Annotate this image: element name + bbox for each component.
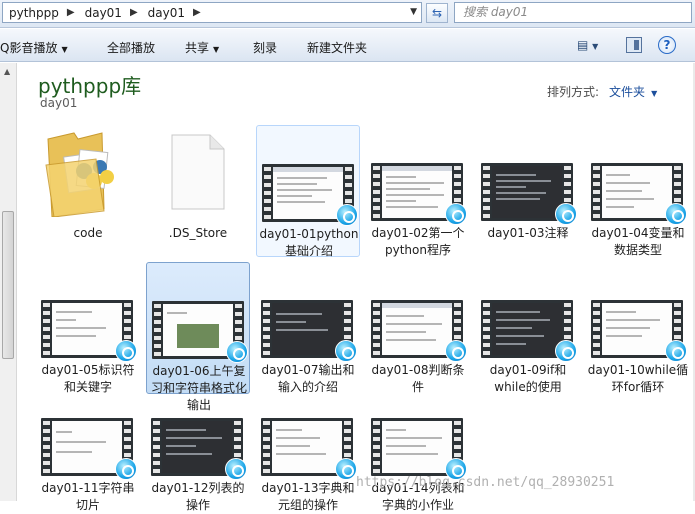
library-subtitle: day01 xyxy=(40,96,78,110)
qq-player-icon xyxy=(225,458,247,480)
command-bar: Q影音播放 ▼ 全部播放 共享 ▼ 刻录 新建文件夹 ▤ ▼ ? xyxy=(0,29,695,62)
qq-player-icon xyxy=(115,458,137,480)
video-item[interactable]: day01-09if和while的使用 xyxy=(476,262,580,394)
chevron-down-icon: ▼ xyxy=(213,45,220,54)
video-item[interactable]: day01-03注释 xyxy=(476,125,580,257)
chevron-right-icon[interactable]: ▶ xyxy=(67,7,75,18)
search-input[interactable]: 搜索 day01 xyxy=(454,2,692,23)
qq-player-icon xyxy=(335,340,357,362)
video-item[interactable]: day01-07输出和输入的介绍 xyxy=(256,262,360,394)
video-item[interactable]: day01-01python基础介绍 xyxy=(256,125,360,258)
chevron-down-icon[interactable]: ▼ xyxy=(410,7,417,17)
folder-item-code[interactable]: code xyxy=(36,125,140,257)
qq-player-icon xyxy=(555,203,577,225)
qq-player-icon xyxy=(115,340,137,362)
preview-pane-icon[interactable] xyxy=(626,37,642,53)
file-icon xyxy=(171,134,225,210)
item-label: day01-11字符串切片 xyxy=(41,481,135,512)
qq-player-icon xyxy=(445,340,467,362)
video-item-selected[interactable]: day01-06上午复习和字符串格式化输出 xyxy=(146,262,250,412)
scrollbar-thumb[interactable] xyxy=(2,211,14,359)
scroll-up-icon[interactable]: ▲ xyxy=(4,67,10,76)
breadcrumb-day01-current[interactable]: day01 ▶ xyxy=(142,3,205,22)
item-label: day01-13字典和元组的操作 xyxy=(261,481,355,512)
item-label: code xyxy=(73,226,103,240)
burn-button[interactable]: 刻录 xyxy=(253,39,277,56)
item-label: day01-04变量和数据类型 xyxy=(591,226,685,257)
file-item-ds-store[interactable]: .DS_Store xyxy=(146,125,250,257)
item-label: day01-09if和while的使用 xyxy=(489,363,567,394)
video-item[interactable]: day01-04变量和数据类型 xyxy=(586,125,690,257)
address-bar[interactable]: pythppp ▶ day01 ▶ day01 ▶ ▼ xyxy=(2,2,422,23)
item-label: day01-10while循环for循环 xyxy=(587,363,689,394)
chevron-down-icon[interactable]: ▼ xyxy=(651,89,657,98)
chevron-down-icon: ▼ xyxy=(61,45,68,54)
item-label: day01-03注释 xyxy=(487,226,569,240)
video-item[interactable]: day01-08判断条件 xyxy=(366,262,470,394)
qq-player-icon xyxy=(665,340,687,362)
scrollbar[interactable]: ▲ xyxy=(0,63,17,501)
video-item[interactable]: day01-10while循环for循环 xyxy=(586,262,690,394)
arrange-by-dropdown[interactable]: 文件夹 xyxy=(609,85,645,99)
video-item[interactable]: day01-14列表和字典的小作业 xyxy=(366,380,470,512)
library-title: pythppp库 xyxy=(38,74,142,98)
video-item[interactable]: day01-05标识符和关键字 xyxy=(36,262,140,394)
qq-player-icon xyxy=(665,203,687,225)
qq-player-icon xyxy=(335,458,357,480)
chevron-right-icon[interactable]: ▶ xyxy=(130,7,138,18)
qq-player-icon xyxy=(445,203,467,225)
qq-player-icon xyxy=(555,340,577,362)
qq-player-icon xyxy=(336,204,358,226)
video-item[interactable]: day01-11字符串切片 xyxy=(36,380,140,512)
qq-player-icon xyxy=(226,341,248,363)
watermark: https://blog.csdn.net/qq_28930251 xyxy=(356,475,615,490)
item-label: day01-02第一个python程序 xyxy=(371,226,465,257)
new-folder-button[interactable]: 新建文件夹 xyxy=(307,39,367,56)
arrange-by: 排列方式: 文件夹 ▼ xyxy=(547,85,658,99)
video-item[interactable]: day01-12列表的操作 xyxy=(146,380,250,512)
qq-player-button[interactable]: Q影音播放 ▼ xyxy=(0,39,68,56)
item-label: .DS_Store xyxy=(168,226,228,240)
view-options-icon[interactable]: ▤ ▼ xyxy=(577,38,605,54)
refresh-button[interactable]: ⇆ xyxy=(426,3,448,23)
folder-icon xyxy=(45,132,114,217)
breadcrumb-pythppp[interactable]: pythppp ▶ xyxy=(3,3,79,22)
help-icon[interactable]: ? xyxy=(658,36,676,54)
play-all-button[interactable]: 全部播放 xyxy=(107,39,155,56)
address-row: pythppp ▶ day01 ▶ day01 ▶ ▼ ⇆ 搜索 day01 xyxy=(0,0,695,28)
chevron-right-icon[interactable]: ▶ xyxy=(193,7,201,18)
item-label: day01-12列表的操作 xyxy=(151,481,245,512)
refresh-icon: ⇆ xyxy=(431,6,443,20)
video-item[interactable]: day01-02第一个python程序 xyxy=(366,125,470,257)
share-button[interactable]: 共享 ▼ xyxy=(185,39,219,56)
item-label: day01-01python基础介绍 xyxy=(259,227,359,258)
file-view: ▲ pythppp库 day01 排列方式: 文件夹 ▼ code .DS_Stor… xyxy=(0,63,695,512)
breadcrumb-day01[interactable]: day01 ▶ xyxy=(79,3,142,22)
video-item[interactable]: day01-13字典和元组的操作 xyxy=(256,380,360,512)
